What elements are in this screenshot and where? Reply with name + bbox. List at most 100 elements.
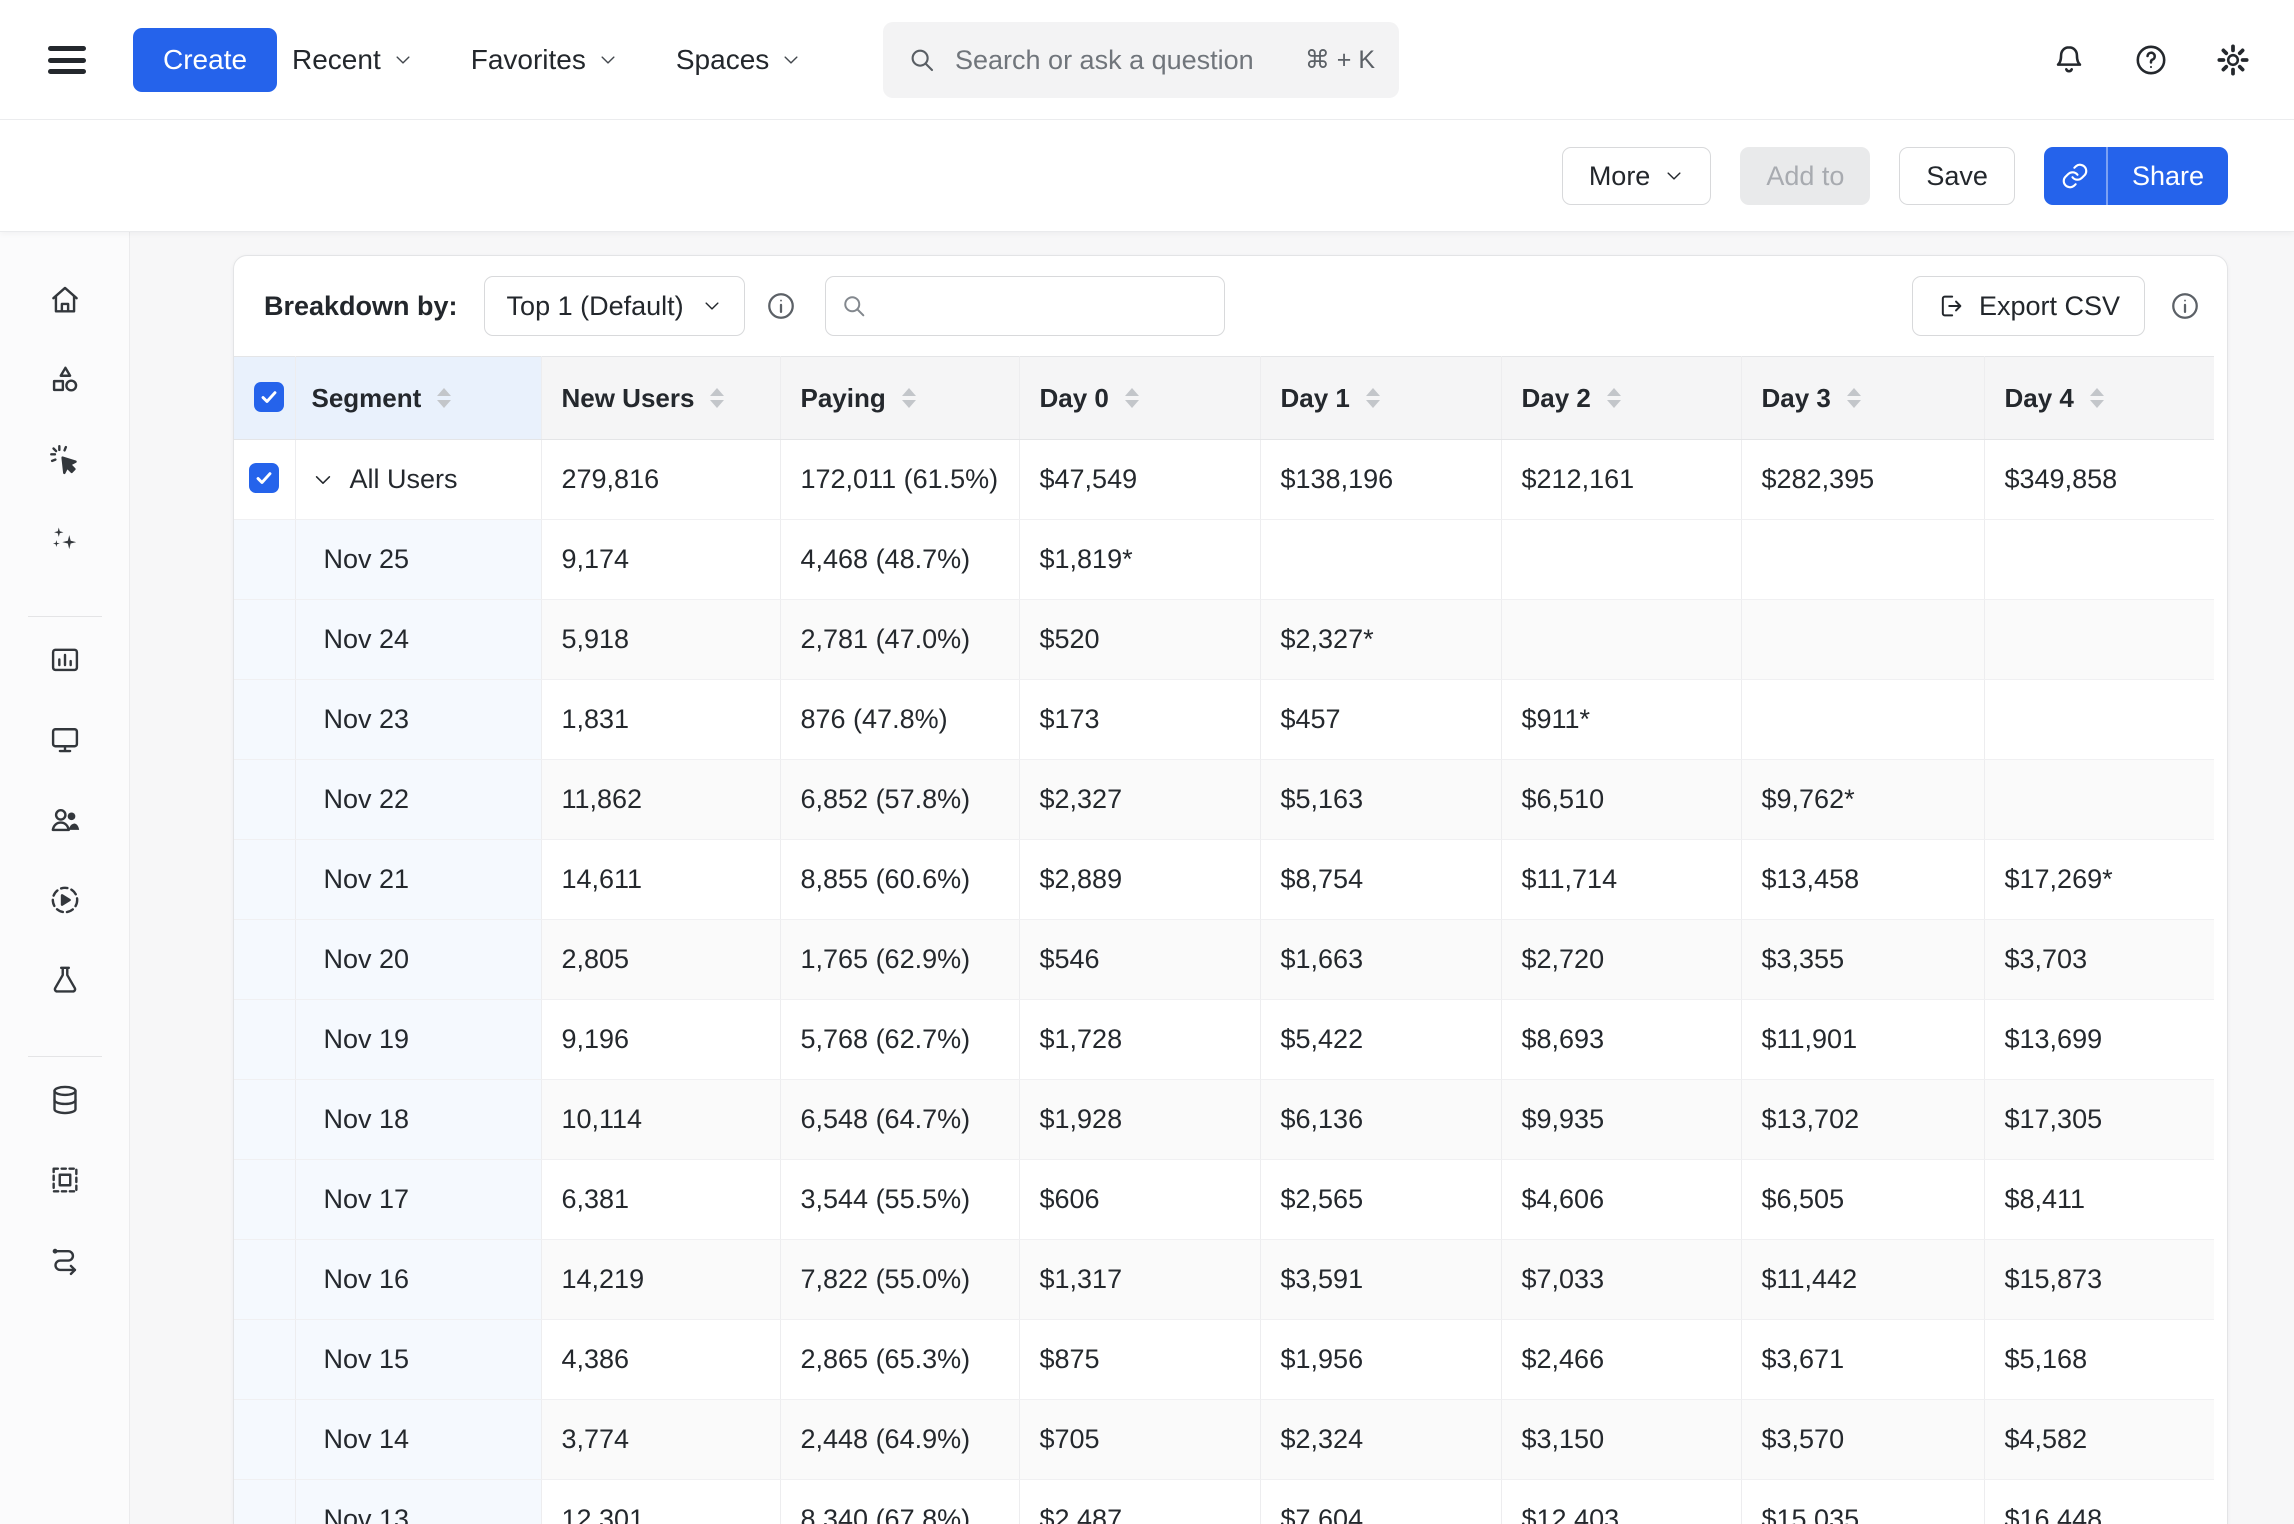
sidebar-item-monitor[interactable]	[43, 718, 87, 762]
paying-cell: 7,822 (55.0%)	[780, 1240, 1019, 1320]
chevron-down-icon	[393, 50, 413, 70]
sort-icon[interactable]	[2090, 388, 2104, 408]
segment-cell[interactable]: Nov 18	[295, 1080, 541, 1160]
column-header-day-2[interactable]: Day 2	[1501, 357, 1741, 440]
sidebar-item-select-area[interactable]	[43, 1158, 87, 1202]
row-checkbox-cell	[234, 1000, 295, 1080]
day-3-cell: $11,442	[1741, 1240, 1984, 1320]
create-button[interactable]: Create	[133, 28, 277, 92]
topnav-right-icons	[2048, 0, 2254, 120]
new-users-cell: 6,381	[541, 1160, 780, 1240]
row-checkbox[interactable]	[254, 382, 284, 412]
info-icon[interactable]	[765, 290, 797, 322]
column-header-new-users[interactable]: New Users	[541, 357, 780, 440]
paying-cell: 172,011 (61.5%)	[780, 440, 1019, 520]
column-header-day-1[interactable]: Day 1	[1260, 357, 1501, 440]
row-checkbox-cell	[234, 1080, 295, 1160]
select-all-checkbox-cell[interactable]	[234, 357, 295, 440]
export-csv-button[interactable]: Export CSV	[1912, 276, 2145, 336]
sort-icon[interactable]	[1366, 388, 1380, 408]
segment-cell[interactable]: Nov 14	[295, 1400, 541, 1480]
day-3-cell: $3,355	[1741, 920, 1984, 1000]
segment-cell[interactable]: Nov 25	[295, 520, 541, 600]
segment-label: All Users	[350, 464, 458, 495]
sidebar-item-database[interactable]	[43, 1078, 87, 1122]
gear-icon[interactable]	[2212, 39, 2254, 81]
cursor-click-icon	[48, 443, 82, 477]
segment-cell[interactable]: Nov 21	[295, 840, 541, 920]
global-search-input[interactable]: Search or ask a question ⌘ + K	[883, 22, 1399, 98]
sort-icon[interactable]	[437, 388, 451, 408]
row-checkbox-cell	[234, 840, 295, 920]
help-icon[interactable]	[2130, 39, 2172, 81]
day-1-cell: $2,324	[1260, 1400, 1501, 1480]
sidebar-item-bar-chart[interactable]	[43, 638, 87, 682]
day-2-cell: $6,510	[1501, 760, 1741, 840]
segment-cell[interactable]: Nov 24	[295, 600, 541, 680]
sidebar-item-users[interactable]	[43, 798, 87, 842]
add-to-button[interactable]: Add to	[1740, 147, 1870, 205]
link-icon[interactable]	[2044, 147, 2106, 205]
segment-cell[interactable]: Nov 16	[295, 1240, 541, 1320]
day-0-cell: $1,728	[1019, 1000, 1260, 1080]
column-label: Day 1	[1281, 383, 1350, 414]
row-checkbox-cell[interactable]	[234, 440, 295, 520]
share-button[interactable]: Share	[2044, 147, 2228, 205]
paying-cell: 4,468 (48.7%)	[780, 520, 1019, 600]
left-sidebar	[0, 120, 130, 1524]
segment-cell[interactable]: Nov 20	[295, 920, 541, 1000]
breakdown-search	[825, 276, 1225, 336]
menu-icon[interactable]	[48, 46, 86, 74]
column-header-day-4[interactable]: Day 4	[1984, 357, 2214, 440]
sidebar-item-journey[interactable]	[43, 1238, 87, 1282]
column-header-paying[interactable]: Paying	[780, 357, 1019, 440]
segment-cell[interactable]: Nov 22	[295, 760, 541, 840]
segment-cell[interactable]: All Users	[295, 440, 541, 520]
row-checkbox-cell	[234, 1400, 295, 1480]
row-checkbox[interactable]	[249, 463, 279, 493]
sidebar-item-home[interactable]	[43, 278, 87, 322]
sort-icon[interactable]	[1125, 388, 1139, 408]
sidebar-item-shapes[interactable]	[43, 358, 87, 402]
breakdown-select[interactable]: Top 1 (Default)	[484, 276, 745, 336]
sort-icon[interactable]	[1607, 388, 1621, 408]
row-checkbox-cell	[234, 1160, 295, 1240]
save-button[interactable]: Save	[1899, 147, 2015, 205]
breakdown-selected-option: Top 1 (Default)	[507, 291, 684, 322]
day-0-cell: $520	[1019, 600, 1260, 680]
chevron-down-icon[interactable]	[312, 469, 334, 491]
nav-menu-favorites[interactable]: Favorites	[471, 44, 618, 76]
segment-cell[interactable]: Nov 13	[295, 1480, 541, 1524]
more-button[interactable]: More	[1562, 147, 1712, 205]
column-header-day-0[interactable]: Day 0	[1019, 357, 1260, 440]
column-header-day-3[interactable]: Day 3	[1741, 357, 1984, 440]
sidebar-item-cursor-click[interactable]	[43, 438, 87, 482]
sort-icon[interactable]	[902, 388, 916, 408]
vertical-scrollbar[interactable]	[2214, 356, 2227, 1524]
nav-menu-recent[interactable]: Recent	[292, 44, 413, 76]
sparkles-icon	[48, 523, 82, 557]
segment-cell[interactable]: Nov 15	[295, 1320, 541, 1400]
day-3-cell: $15,035	[1741, 1480, 1984, 1524]
info-icon[interactable]	[2169, 290, 2201, 322]
table-row: Nov 1614,2197,822 (55.0%)$1,317$3,591$7,…	[234, 1240, 2214, 1320]
sidebar-item-flask[interactable]	[43, 958, 87, 1002]
day-4-cell: $16,448	[1984, 1480, 2214, 1524]
day-2-cell: $212,161	[1501, 440, 1741, 520]
new-users-cell: 5,918	[541, 600, 780, 680]
sidebar-item-sparkles[interactable]	[43, 518, 87, 562]
breakdown-search-input[interactable]	[880, 291, 1215, 322]
search-shortcut: ⌘ + K	[1305, 45, 1375, 75]
day-4-cell	[1984, 760, 2214, 840]
sidebar-item-play-circle[interactable]	[43, 878, 87, 922]
segment-cell[interactable]: Nov 23	[295, 680, 541, 760]
segment-cell[interactable]: Nov 17	[295, 1160, 541, 1240]
export-icon	[1937, 292, 1965, 320]
column-header-segment[interactable]: Segment	[295, 357, 541, 440]
nav-menu-spaces[interactable]: Spaces	[676, 44, 801, 76]
day-1-cell: $1,956	[1260, 1320, 1501, 1400]
sort-icon[interactable]	[710, 388, 724, 408]
segment-cell[interactable]: Nov 19	[295, 1000, 541, 1080]
sort-icon[interactable]	[1847, 388, 1861, 408]
bell-icon[interactable]	[2048, 39, 2090, 81]
